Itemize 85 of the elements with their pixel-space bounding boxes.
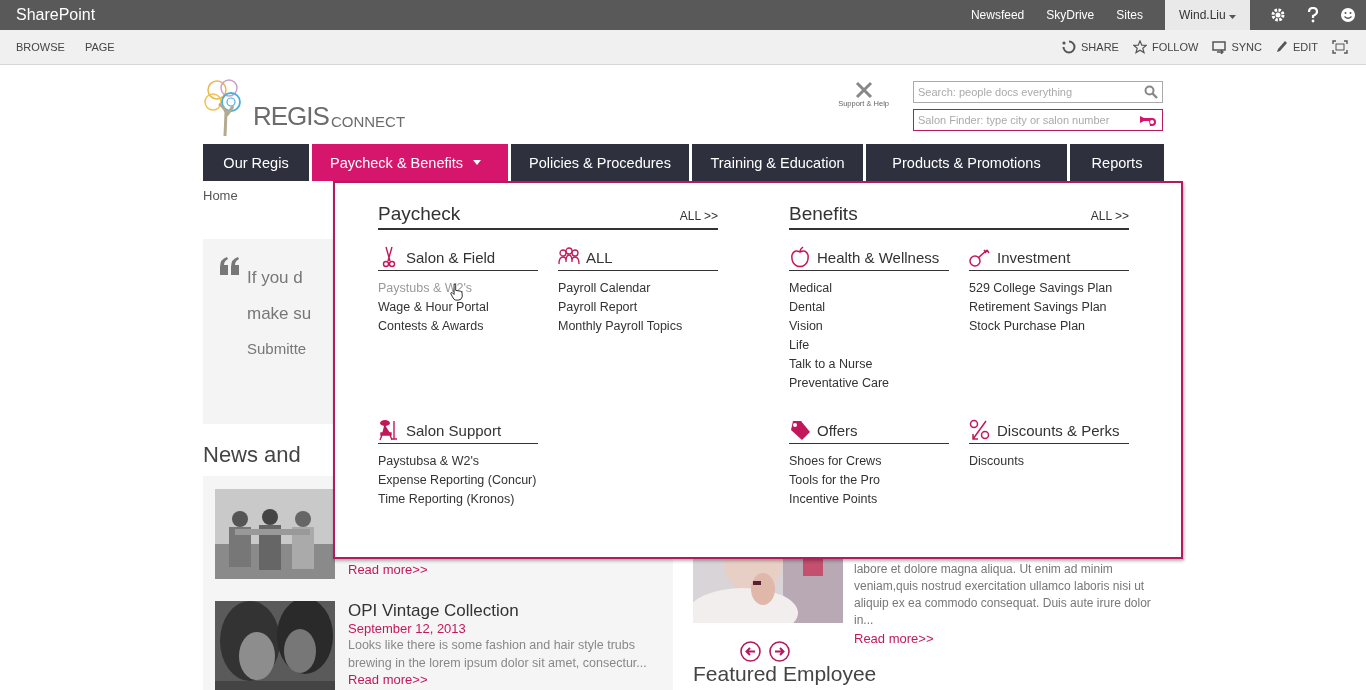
star-icon (1132, 40, 1147, 54)
section-heading: News and (203, 442, 301, 468)
apple-icon (789, 246, 811, 268)
nav-tab[interactable]: Reports (1070, 144, 1164, 181)
top-link[interactable]: SkyDrive (1046, 8, 1095, 22)
menu-link[interactable]: 529 College Savings Plan (969, 279, 1129, 298)
next-icon[interactable] (769, 641, 790, 662)
menu-group-title: Salon & Field (406, 248, 496, 266)
share-icon (1062, 40, 1076, 54)
ribbon-tab[interactable]: BROWSE (16, 41, 65, 53)
menu-link[interactable]: Payroll Calendar (558, 279, 718, 298)
menu-group-title: Offers (817, 421, 858, 439)
menu-link[interactable]: Time Reporting (Kronos) (378, 490, 538, 509)
nav-tab[interactable]: Paycheck & Benefits (312, 144, 508, 181)
sync-icon (1212, 40, 1227, 54)
menu-link[interactable]: Tools for the Pro (789, 471, 949, 490)
salon-finder-field[interactable]: Salon Finder: type city or salon number (913, 109, 1163, 131)
menu-link[interactable]: Incentive Points (789, 490, 949, 509)
top-link[interactable]: Sites (1116, 8, 1143, 22)
news-excerpt: Looks like there is some fashion and hair style trubs brewing in the lorem ipsum dolor sit amet, consectur... (348, 637, 648, 672)
pencil-icon (1275, 40, 1288, 54)
smiley-icon[interactable] (1340, 7, 1356, 23)
menu-link[interactable]: Life (789, 336, 949, 355)
nav-tab[interactable]: Products & Promotions (866, 144, 1067, 181)
nav-tab[interactable]: Policies & Procedures (511, 144, 689, 181)
menu-link[interactable]: Paystubsa & W2's (378, 452, 538, 471)
submitted-text: Submitte (247, 340, 308, 357)
hair-dryer-icon[interactable] (1138, 113, 1158, 127)
key-icon (969, 246, 991, 268)
user-menu[interactable]: Wind.Liu (1164, 0, 1250, 30)
quote-text: make su (247, 303, 312, 325)
ribbon-action[interactable]: SYNC (1212, 40, 1262, 54)
menu-link[interactable]: Payroll Report (558, 298, 718, 317)
nav-tab[interactable]: Our Regis (203, 144, 309, 181)
menu-group-title: Discounts & Perks (997, 421, 1120, 439)
search-icon[interactable] (1144, 85, 1158, 99)
menu-group-title: Investment (997, 248, 1071, 266)
app-title: SharePoint (16, 6, 96, 24)
news-date: September 12, 2013 (348, 621, 467, 636)
help-icon[interactable] (1306, 7, 1320, 23)
percent-icon (969, 419, 991, 441)
menu-section-title: Paycheck (378, 203, 461, 225)
news-title[interactable]: OPI Vintage Collection (348, 601, 666, 621)
read-more-link[interactable]: Read more>> (348, 562, 428, 577)
menu-link[interactable]: Dental (789, 298, 949, 317)
ribbon-action[interactable]: SHARE (1062, 40, 1119, 54)
menu-link[interactable]: Vision (789, 317, 949, 336)
menu-section-title: Benefits (789, 203, 858, 225)
menu-link[interactable]: Preventative Care (789, 374, 949, 393)
tag-icon (789, 419, 811, 441)
menu-link[interactable]: Contests & Awards (378, 317, 538, 336)
ribbon-action[interactable]: EDIT (1275, 40, 1318, 54)
ribbon-tab[interactable]: PAGE (84, 41, 115, 53)
quote-mark-icon (219, 257, 241, 275)
quote-text: If you d (247, 267, 304, 289)
fullscreen-icon[interactable] (1332, 40, 1348, 54)
menu-link[interactable]: Monthly Payroll Topics (558, 317, 718, 336)
top-link[interactable]: Newsfeed (970, 8, 1025, 22)
menu-link[interactable]: Discounts (969, 452, 1129, 471)
menu-link[interactable]: Medical (789, 279, 949, 298)
menu-link[interactable]: Wage & Hour Portal (378, 298, 538, 317)
menu-link[interactable]: Stock Purchase Plan (969, 317, 1129, 336)
chair-icon (378, 419, 400, 441)
menu-group-title: Health & Wellness (817, 248, 940, 266)
all-link[interactable]: ALL >> (679, 209, 718, 223)
section-heading: Featured Employee (693, 663, 877, 685)
read-more-link[interactable]: Read more>> (348, 672, 666, 687)
menu-link[interactable]: Shoes for Crews (789, 452, 949, 471)
ribbon-action[interactable]: FOLLOW (1132, 40, 1199, 54)
menu-group-title: ALL (586, 248, 613, 266)
previous-icon[interactable] (740, 641, 761, 662)
logo-text: REGIS (253, 101, 329, 132)
feature-excerpt: labore et dolore magna aliqua. Ut enim ad minim veniam,quis nostrud exercitation ullamco laboris nisi ut aliquip ex ea commodo consequat. Duis aute irure dolor in... (854, 561, 1152, 629)
settings-icon[interactable] (1270, 7, 1286, 23)
read-more-link[interactable]: Read more>> (854, 631, 934, 646)
nav-tab[interactable]: Training & Education (692, 144, 863, 181)
menu-link[interactable]: Expense Reporting (Concur) (378, 471, 538, 490)
menu-link[interactable]: Retirement Savings Plan (969, 298, 1129, 317)
logo-text: CONNECT (330, 113, 406, 130)
all-link[interactable]: ALL >> (1090, 209, 1129, 223)
menu-link[interactable]: Talk to a Nurse (789, 355, 949, 374)
caret-icon (1229, 15, 1236, 19)
menu-group-title: Salon Support (406, 421, 502, 439)
tools-icon (853, 81, 874, 99)
search-field[interactable]: Search: people docs everything (913, 81, 1163, 103)
